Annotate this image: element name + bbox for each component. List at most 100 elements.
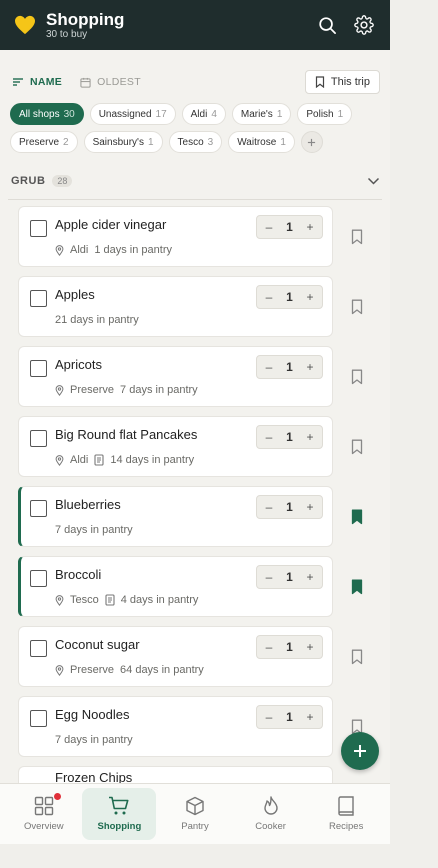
- nav-pantry[interactable]: Pantry: [158, 788, 232, 840]
- item-meta: Preserve 7 days in pantry: [55, 384, 198, 396]
- item-checkbox[interactable]: [30, 570, 47, 587]
- chip-label: Waitrose: [237, 136, 277, 148]
- item-pantry-age: 21 days in pantry: [55, 314, 139, 326]
- chip-all-shops[interactable]: All shops 30: [10, 103, 84, 125]
- chip-waitrose[interactable]: Waitrose 1: [228, 131, 295, 153]
- add-shop-button[interactable]: [300, 131, 323, 153]
- chip-unassigned[interactable]: Unassigned 17: [89, 103, 176, 125]
- quantity-stepper: –1 +: [256, 215, 323, 239]
- chip-label: Tesco: [177, 136, 204, 148]
- item-name: Coconut sugar: [55, 637, 140, 652]
- list-item[interactable]: Blueberries 7 days in pantry –1 +: [18, 486, 333, 547]
- increment-button[interactable]: +: [304, 710, 316, 724]
- list-item-row: Apples 21 days in pantry –1 +: [18, 276, 390, 337]
- item-checkbox[interactable]: [30, 710, 47, 727]
- this-trip-button[interactable]: This trip: [304, 70, 380, 94]
- list-item[interactable]: Apricots Preserve 7 days in pantry –1 +: [18, 346, 333, 407]
- calendar-icon: [80, 77, 91, 88]
- chip-maries[interactable]: Marie's 1: [231, 103, 292, 125]
- chip-count: 3: [207, 136, 214, 148]
- trip-bookmark-button[interactable]: [347, 439, 367, 455]
- list-item[interactable]: Apple cider vinegar Aldi 1 days in pantry –…: [18, 206, 333, 267]
- increment-button[interactable]: +: [304, 360, 316, 374]
- item-pantry-age: 7 days in pantry: [55, 524, 133, 536]
- bookmark-icon: [351, 229, 363, 244]
- nav-label: Pantry: [181, 821, 209, 832]
- decrement-button[interactable]: –: [263, 360, 275, 374]
- nav-overview[interactable]: Overview: [7, 788, 81, 840]
- quantity-value: 1: [286, 500, 293, 514]
- trip-bookmark-button[interactable]: [347, 509, 367, 525]
- shop-filter-chips: All shops 30 Unassigned 17 Aldi 4 Marie's 1 …: [0, 95, 390, 153]
- app-root: Shopping 30 to buy NAME OLDEST This trip…: [0, 0, 390, 844]
- trip-bookmark-button[interactable]: [347, 369, 367, 385]
- nav-shopping[interactable]: Shopping: [82, 788, 157, 840]
- list-item-row: Big Round flat Pancakes Aldi 14 days in pa…: [18, 416, 390, 477]
- quantity-value: 1: [286, 430, 293, 444]
- list-item[interactable]: Coconut sugar Preserve 64 days in pantry –1…: [18, 626, 333, 687]
- increment-button[interactable]: +: [304, 570, 316, 584]
- decrement-button[interactable]: –: [263, 640, 275, 654]
- chip-sainsburys[interactable]: Sainsbury's 1: [83, 131, 163, 153]
- chip-tesco[interactable]: Tesco 3: [168, 131, 223, 153]
- page-subtitle: 30 to buy: [46, 28, 88, 40]
- chip-count: 17: [155, 108, 167, 120]
- increment-button[interactable]: +: [304, 290, 316, 304]
- trip-bookmark-button[interactable]: [347, 579, 367, 595]
- location-pin-icon: [55, 454, 64, 466]
- notification-dot: [53, 793, 61, 800]
- increment-button[interactable]: +: [304, 640, 316, 654]
- heart-logo-icon: [14, 14, 36, 36]
- list-item-row: Blueberries 7 days in pantry –1 +: [18, 486, 390, 547]
- trip-bookmark-button[interactable]: [347, 649, 367, 665]
- list-item-row: Apricots Preserve 7 days in pantry –1 +: [18, 346, 390, 407]
- item-checkbox[interactable]: [30, 640, 47, 657]
- decrement-button[interactable]: –: [263, 290, 275, 304]
- section-title: GRUB: [11, 175, 46, 187]
- item-shop: Tesco: [70, 594, 99, 606]
- chip-preserve[interactable]: Preserve 2: [10, 131, 78, 153]
- section-header-grub[interactable]: GRUB 28: [0, 170, 390, 192]
- increment-button[interactable]: +: [304, 430, 316, 444]
- item-checkbox[interactable]: [30, 360, 47, 377]
- nav-label: Recipes: [329, 821, 364, 832]
- list-item[interactable]: Apples 21 days in pantry –1 +: [18, 276, 333, 337]
- item-pantry-age: 1 days in pantry: [94, 244, 172, 256]
- bookmark-icon: [315, 76, 324, 88]
- quantity-stepper: –1 +: [256, 635, 323, 659]
- list-item[interactable]: Big Round flat Pancakes Aldi 14 days in pa…: [18, 416, 333, 477]
- item-checkbox[interactable]: [30, 500, 47, 517]
- increment-button[interactable]: +: [304, 220, 316, 234]
- decrement-button[interactable]: –: [263, 710, 275, 724]
- list-item[interactable]: Broccoli Tesco 4 days in pantry –1 +: [18, 556, 333, 617]
- item-name: Apples: [55, 287, 95, 302]
- sort-icon: [13, 78, 23, 86]
- item-checkbox[interactable]: [30, 290, 47, 307]
- chip-aldi[interactable]: Aldi 4: [181, 103, 226, 125]
- sort-by-oldest-button[interactable]: OLDEST: [80, 76, 141, 88]
- quantity-value: 1: [286, 570, 293, 584]
- nav-recipes[interactable]: Recipes: [309, 788, 383, 840]
- list-item[interactable]: Egg Noodles 7 days in pantry –1 +: [18, 696, 333, 757]
- plus-icon: [308, 138, 316, 146]
- trip-bookmark-button[interactable]: [347, 229, 367, 245]
- sort-by-name-button[interactable]: NAME: [12, 76, 62, 88]
- item-checkbox[interactable]: [30, 430, 47, 447]
- decrement-button[interactable]: –: [263, 430, 275, 444]
- add-item-button[interactable]: [341, 732, 379, 770]
- location-pin-icon: [55, 594, 64, 606]
- chip-label: Marie's: [240, 108, 273, 120]
- item-checkbox[interactable]: [30, 220, 47, 237]
- chip-polish[interactable]: Polish 1: [297, 103, 353, 125]
- nav-cooker[interactable]: Cooker: [234, 788, 308, 840]
- item-meta: Tesco 4 days in pantry: [55, 594, 198, 606]
- search-button[interactable]: [313, 11, 341, 39]
- decrement-button[interactable]: –: [263, 570, 275, 584]
- decrement-button[interactable]: –: [263, 500, 275, 514]
- decrement-button[interactable]: –: [263, 220, 275, 234]
- settings-button[interactable]: [350, 11, 378, 39]
- app-header: Shopping 30 to buy: [0, 0, 390, 50]
- trip-bookmark-button[interactable]: [347, 299, 367, 315]
- increment-button[interactable]: +: [304, 500, 316, 514]
- quantity-value: 1: [286, 290, 293, 304]
